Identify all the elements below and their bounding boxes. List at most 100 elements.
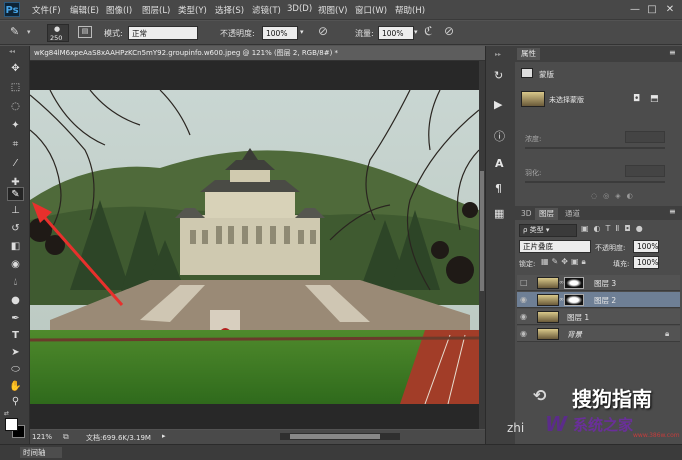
- menu-filter[interactable]: 滤镜(T): [252, 4, 281, 16]
- eraser-tool-icon[interactable]: ◧: [7, 240, 24, 254]
- timeline-panel[interactable]: 时间轴: [0, 444, 682, 460]
- layer-row-2-selected[interactable]: ◉ ∞ 图层 2: [517, 292, 680, 308]
- magic-wand-tool-icon[interactable]: ✦: [7, 119, 24, 133]
- menu-type[interactable]: 类型(Y): [178, 4, 207, 16]
- blur-tool-icon[interactable]: 💧︎: [7, 276, 24, 290]
- move-tool-icon[interactable]: ✥: [7, 62, 24, 76]
- density-slider[interactable]: [525, 147, 665, 149]
- status-menu-icon[interactable]: ▸: [162, 432, 166, 440]
- paragraph-panel-icon[interactable]: ¶: [495, 182, 502, 195]
- type-tool-icon[interactable]: T: [7, 329, 24, 343]
- brush-tool-icon-active[interactable]: ✎: [7, 187, 24, 201]
- crop-tool-icon[interactable]: ⌗: [7, 138, 24, 152]
- brush-preset-picker[interactable]: ● 250: [47, 24, 69, 42]
- opacity-dropdown-icon[interactable]: ▾: [300, 28, 304, 36]
- maximize-button[interactable]: □: [645, 3, 659, 16]
- flow-input[interactable]: 100%: [378, 26, 414, 40]
- tab-layers[interactable]: 图层: [535, 208, 558, 220]
- swatches-panel-icon[interactable]: ▦: [494, 207, 504, 220]
- dodge-tool-icon[interactable]: ●: [7, 294, 24, 308]
- layer-row-background[interactable]: ◉ 背景 🔒︎: [517, 326, 680, 342]
- paint-bucket-tool-icon[interactable]: ◉: [7, 258, 24, 272]
- horizontal-scrollbar[interactable]: [280, 433, 400, 440]
- pressure-size-icon[interactable]: ⊘: [444, 24, 454, 38]
- panel-menu-icon[interactable]: ≡: [669, 48, 676, 57]
- zoom-level[interactable]: 121%: [32, 433, 52, 441]
- info-panel-icon[interactable]: ⓘ: [494, 128, 505, 144]
- eye-icon[interactable]: ◉: [520, 312, 530, 322]
- hand-tool-icon[interactable]: ✋: [7, 380, 24, 394]
- chevron-down-icon[interactable]: ▾: [27, 28, 31, 36]
- airbrush-icon[interactable]: ℭ: [424, 24, 432, 38]
- history-brush-tool-icon[interactable]: ↺: [7, 222, 24, 236]
- tab-channels[interactable]: 通道: [561, 208, 584, 220]
- layer-row-1[interactable]: ◉ 图层 1: [517, 309, 680, 325]
- eye-icon[interactable]: ◉: [520, 295, 530, 305]
- character-panel-icon[interactable]: A: [495, 157, 504, 170]
- fill-input[interactable]: 100%: [633, 256, 659, 269]
- opacity-input[interactable]: 100%: [262, 26, 298, 40]
- layer-2-name[interactable]: 图层 2: [594, 295, 616, 306]
- pen-tool-icon[interactable]: ✒: [7, 312, 24, 326]
- feather-input[interactable]: [625, 165, 665, 177]
- canvas-area[interactable]: [30, 61, 485, 429]
- properties-tab[interactable]: 属性: [517, 48, 540, 60]
- layer-filter-select[interactable]: ρ 类型 ▾: [519, 224, 577, 237]
- marquee-tool-icon[interactable]: ⬚: [7, 81, 24, 95]
- menu-view[interactable]: 视图(V): [318, 4, 347, 16]
- timeline-tab[interactable]: 时间轴: [20, 447, 62, 458]
- menu-window[interactable]: 窗口(W): [355, 4, 387, 16]
- document-tab[interactable]: wKg84lM6xpeAaS8xAAHPzKCn5mY92.groupinfo.…: [30, 46, 485, 61]
- layer-1-name[interactable]: 图层 1: [567, 312, 589, 323]
- actions-panel-icon[interactable]: ▶: [494, 98, 502, 111]
- flow-dropdown-icon[interactable]: ▾: [414, 28, 418, 36]
- close-button[interactable]: ✕: [663, 3, 677, 16]
- menu-layer[interactable]: 图层(L): [142, 4, 170, 16]
- shape-tool-icon[interactable]: ⬭: [7, 363, 24, 377]
- layers-menu-icon[interactable]: ≡: [669, 207, 676, 216]
- brush-panel-icon[interactable]: ▤: [78, 26, 92, 38]
- export-icon[interactable]: ⧉: [63, 432, 69, 442]
- swap-colors-icon[interactable]: ⇄: [4, 410, 9, 417]
- layer-3-mask[interactable]: [564, 277, 584, 289]
- vector-mask-icon[interactable]: ⬒: [650, 94, 659, 104]
- lasso-tool-icon[interactable]: ◌: [7, 100, 24, 114]
- tab-3d[interactable]: 3D: [517, 208, 536, 220]
- path-selection-tool-icon[interactable]: ➤: [7, 346, 24, 360]
- opacity-value: 100%: [266, 29, 288, 38]
- menu-file[interactable]: 文件(F): [32, 4, 61, 16]
- blend-mode-select[interactable]: 正片叠底: [519, 240, 591, 253]
- layer-3-name[interactable]: 图层 3: [594, 278, 616, 289]
- background-layer-name[interactable]: 背景: [567, 329, 582, 340]
- lock-icons[interactable]: ▦✎✥▣🔒︎: [541, 257, 589, 267]
- pixel-mask-icon[interactable]: ◘: [633, 94, 640, 104]
- brush-tool-icon[interactable]: ✎: [10, 25, 19, 38]
- eyedropper-tool-icon[interactable]: ⁄: [7, 157, 24, 171]
- properties-footer-icons[interactable]: ◌◎◈◐: [591, 192, 671, 202]
- zoom-tool-icon[interactable]: ⚲: [7, 395, 24, 409]
- eye-icon[interactable]: ◉: [520, 329, 530, 339]
- menu-select[interactable]: 选择(S): [215, 4, 244, 16]
- menu-help[interactable]: 帮助(H): [395, 4, 425, 16]
- layer-2-mask[interactable]: [564, 294, 584, 306]
- vertical-scroll-thumb[interactable]: [480, 171, 484, 291]
- collapse-icon[interactable]: ◂◂: [9, 48, 15, 55]
- menu-image[interactable]: 图像(I): [106, 4, 132, 16]
- density-input[interactable]: [625, 131, 665, 143]
- menu-3d[interactable]: 3D(D): [287, 4, 312, 14]
- foreground-color-swatch[interactable]: [5, 418, 18, 431]
- horizontal-scroll-thumb[interactable]: [290, 434, 380, 439]
- feather-slider[interactable]: [525, 181, 665, 183]
- photo-canvas[interactable]: [30, 90, 479, 404]
- layer-opacity-input[interactable]: 100%: [633, 240, 659, 253]
- dock-collapse-icon[interactable]: ▸▸: [495, 51, 501, 58]
- layer-filter-icons[interactable]: ▣◐TⅡ◘●: [581, 224, 681, 237]
- pressure-opacity-icon[interactable]: ⊘: [318, 24, 328, 38]
- visibility-toggle-off[interactable]: □: [520, 278, 530, 288]
- history-panel-icon[interactable]: ↻: [494, 69, 503, 82]
- menu-edit[interactable]: 编辑(E): [70, 4, 99, 16]
- minimize-button[interactable]: —: [628, 3, 642, 16]
- mode-select[interactable]: 正常: [128, 26, 198, 40]
- clone-stamp-tool-icon[interactable]: ⊥: [7, 204, 24, 218]
- layer-row-3[interactable]: □ ∞ 图层 3: [517, 275, 680, 291]
